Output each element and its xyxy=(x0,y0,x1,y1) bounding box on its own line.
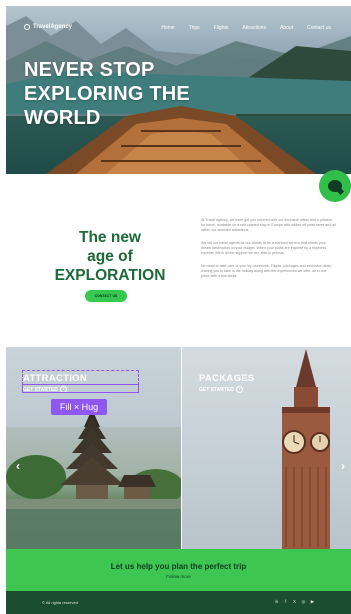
cta-banner: Let us help you plan the perfect trip Fo… xyxy=(6,549,351,591)
top-navigation: TravelAgency Home Trips Flights Attracti… xyxy=(6,24,351,38)
page-frame: TravelAgency Home Trips Flights Attracti… xyxy=(6,6,351,614)
hero-title: NEVER STOP EXPLORING THE WORLD xyxy=(24,58,244,130)
intro-paragraph: At Travel Agency, we have got you covere… xyxy=(201,218,336,232)
intro-paragraph: No need to take care of your trip oursel… xyxy=(201,264,333,278)
facebook-icon[interactable]: f xyxy=(283,599,288,604)
chevron-left-icon[interactable]: ‹ xyxy=(16,459,20,473)
hero-title-line: NEVER STOP xyxy=(24,59,155,81)
follow-more-link[interactable]: Follow more xyxy=(6,574,351,579)
nav-item-contact[interactable]: Contact us xyxy=(307,25,331,31)
intro-description: At Travel Agency, we have got you covere… xyxy=(201,218,336,287)
contact-us-button[interactable]: CONTACT US xyxy=(85,290,127,302)
hero-section: TravelAgency Home Trips Flights Attracti… xyxy=(6,6,351,174)
chat-bubble-icon xyxy=(328,180,342,192)
nav-menu: Home Trips Flights Attractions About Con… xyxy=(161,25,331,31)
nav-item-about[interactable]: About xyxy=(280,25,293,31)
selection-outline xyxy=(22,370,139,385)
nav-item-home[interactable]: Home xyxy=(161,25,174,31)
arrow-right-icon: › xyxy=(235,386,243,393)
packages-card-title: PACKAGES xyxy=(199,373,255,384)
fill-hug-badge: Fill × Hug xyxy=(51,399,107,415)
nav-item-trips[interactable]: Trips xyxy=(189,25,200,31)
intro-title-line: age of xyxy=(87,248,133,265)
brand-name: TravelAgency xyxy=(33,24,73,30)
hero-title-line: EXPLORING THE xyxy=(24,83,190,105)
intro-section: The new age of EXPLORATION CONTACT US At… xyxy=(6,174,351,346)
cta-title: Let us help you plan the perfect trip xyxy=(110,562,247,571)
youtube-icon[interactable]: ▶ xyxy=(310,599,315,604)
social-links: in f X ◎ ▶ xyxy=(274,599,315,604)
packages-card[interactable]: PACKAGES GET STARTED › › xyxy=(182,347,351,549)
intro-title-line: EXPLORATION xyxy=(54,267,166,284)
chevron-right-icon[interactable]: › xyxy=(341,459,345,473)
instagram-icon[interactable]: ◎ xyxy=(301,599,306,604)
hero-title-line: WORLD xyxy=(24,107,101,129)
intro-title-line: The new xyxy=(78,229,141,246)
attraction-card[interactable]: ATTRACTION GET STARTED › Fill × Hug ‹ xyxy=(6,347,181,549)
selection-outline xyxy=(22,384,139,393)
x-icon[interactable]: X xyxy=(292,599,297,604)
chat-button[interactable] xyxy=(319,170,351,202)
destination-cards: ATTRACTION GET STARTED › Fill × Hug ‹ PA… xyxy=(6,347,351,549)
packages-get-started-link[interactable]: GET STARTED › xyxy=(199,386,243,393)
nav-item-flights[interactable]: Flights xyxy=(214,25,229,31)
get-started-label: GET STARTED xyxy=(199,386,234,393)
intro-paragraph: We tell our travel agents as our clients… xyxy=(201,241,327,255)
copyright-text: © All rights reserved xyxy=(42,600,78,605)
nav-item-attractions[interactable]: Attractions xyxy=(242,25,266,31)
linkedin-icon[interactable]: in xyxy=(274,599,279,604)
brand-logo[interactable]: TravelAgency xyxy=(24,24,72,30)
intro-title: The new age of EXPLORATION xyxy=(50,228,170,285)
site-footer: © All rights reserved in f X ◎ ▶ xyxy=(6,591,351,614)
logo-icon xyxy=(24,24,30,30)
